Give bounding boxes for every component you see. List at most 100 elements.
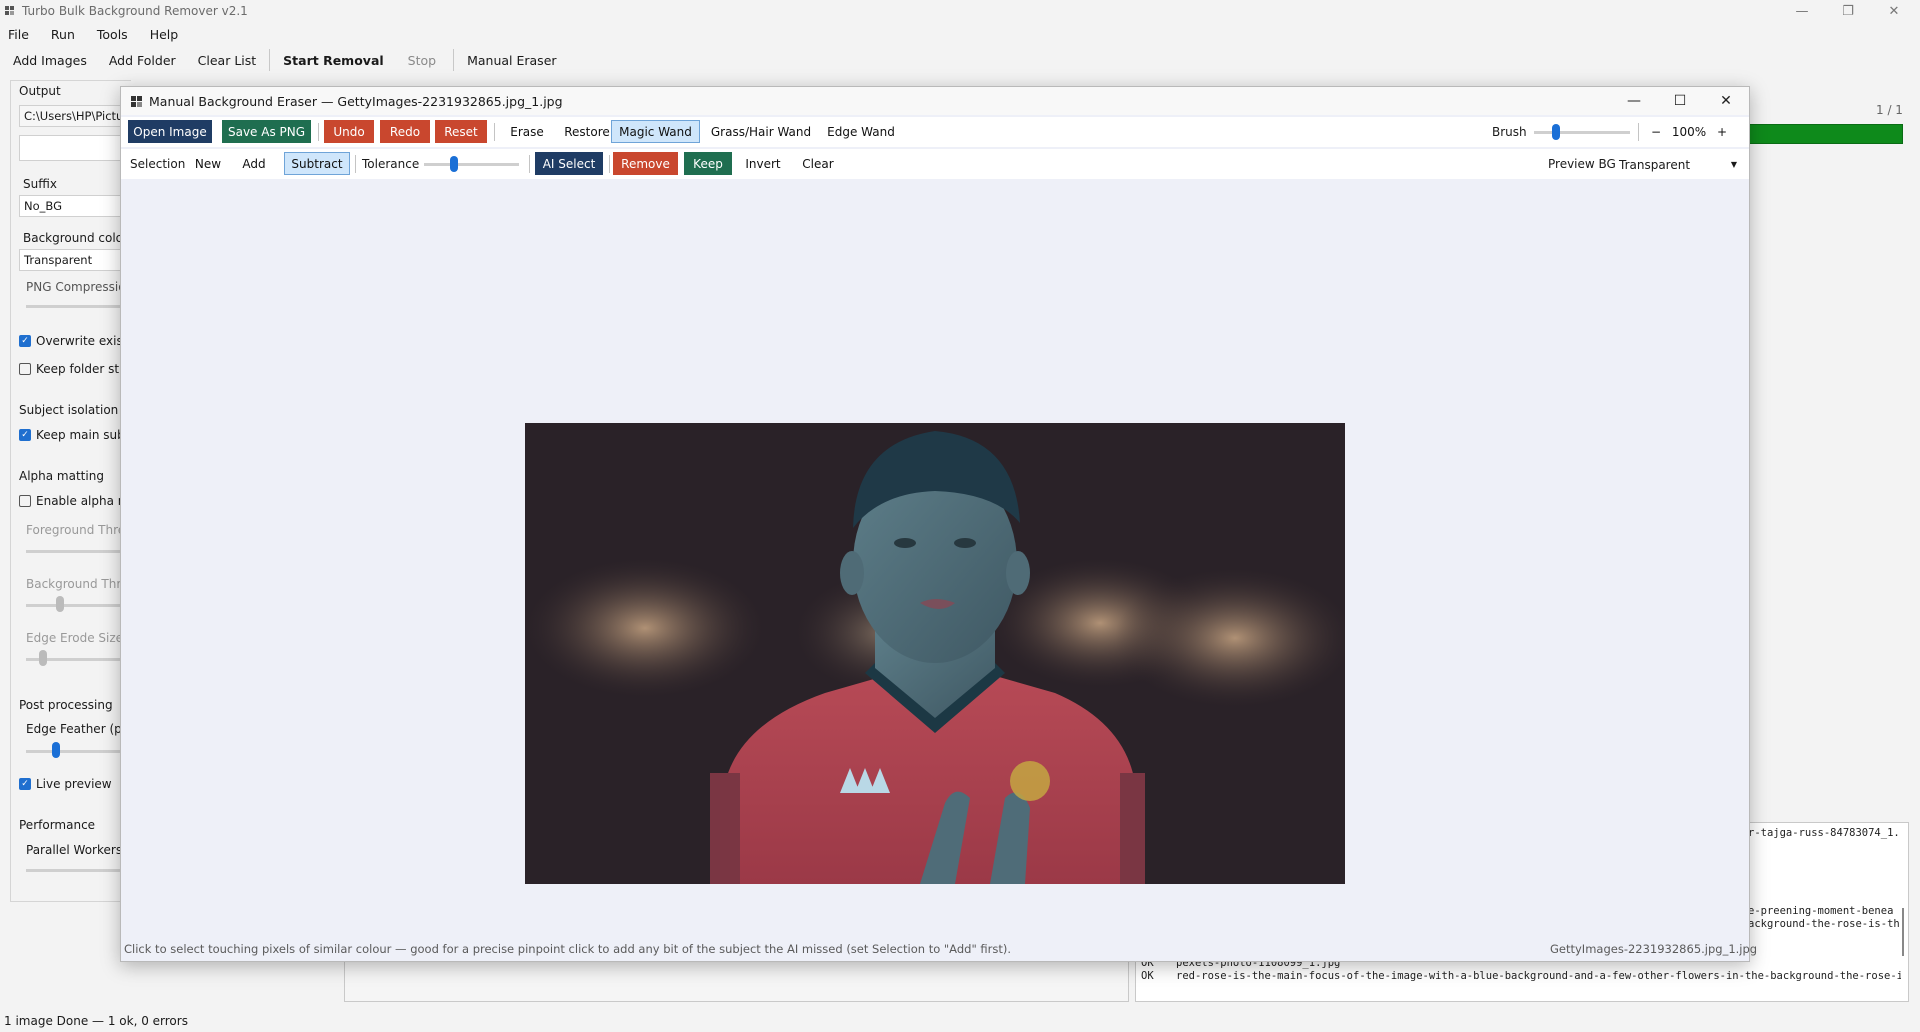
separator — [494, 123, 495, 141]
manual-eraser-button[interactable]: Manual Eraser — [460, 53, 563, 68]
restore-icon[interactable]: ❐ — [1825, 0, 1871, 22]
edge-feather-label: Edge Feather (px) — [26, 722, 134, 736]
ai-select-button[interactable]: AI Select — [535, 152, 603, 175]
selection-label: Selection — [130, 157, 186, 171]
open-image-button[interactable]: Open Image — [128, 120, 212, 143]
app-icon — [5, 6, 15, 16]
parallel-workers-slider[interactable] — [26, 869, 126, 872]
check-icon: ✓ — [19, 429, 31, 441]
separator — [609, 155, 610, 173]
selection-add-button[interactable]: Add — [234, 152, 274, 175]
main-toolbar: Add Images Add Folder Clear List Start R… — [0, 48, 564, 72]
undo-button[interactable]: Undo — [324, 120, 374, 143]
fg-threshold-slider[interactable] — [26, 550, 126, 553]
magic-wand-tool-button[interactable]: Magic Wand — [611, 120, 700, 143]
preview-bg-select[interactable]: Transparent ▼ — [1615, 154, 1743, 175]
stop-button[interactable]: Stop — [401, 53, 443, 68]
log-line: e-preening-moment-benea — [1748, 905, 1894, 917]
photo-rendering — [525, 423, 1345, 884]
keep-button[interactable]: Keep — [684, 152, 732, 175]
fg-threshold-label: Foreground Thres — [26, 523, 132, 537]
progress-bar — [1745, 124, 1903, 144]
edge-erode-knob[interactable] — [39, 650, 47, 666]
dialog-titlebar: Manual Background Eraser — GettyImages-2… — [121, 87, 1749, 115]
menubar: File Run Tools Help — [0, 22, 200, 46]
invert-button[interactable]: Invert — [738, 152, 788, 175]
zoom-in-button[interactable]: + — [1712, 120, 1732, 143]
edge-erode-label: Edge Erode Size — [26, 631, 124, 645]
grass-hair-wand-tool-button[interactable]: Grass/Hair Wand — [706, 120, 816, 143]
image-preview[interactable] — [525, 423, 1345, 884]
clear-list-button[interactable]: Clear List — [191, 53, 264, 68]
add-images-button[interactable]: Add Images — [6, 53, 94, 68]
brush-label: Brush — [1492, 125, 1527, 139]
minimize-icon[interactable]: — — [1779, 0, 1825, 22]
separator — [318, 123, 319, 141]
remove-button[interactable]: Remove — [613, 152, 678, 175]
clear-selection-button[interactable]: Clear — [793, 152, 843, 175]
progress-count: 1 / 1 — [1876, 103, 1903, 117]
output-browse-field[interactable] — [19, 135, 129, 161]
bg-threshold-slider[interactable] — [26, 604, 126, 607]
maximize-icon[interactable]: ☐ — [1657, 87, 1703, 115]
separator — [529, 155, 530, 173]
check-icon: ✓ — [19, 778, 31, 790]
edge-feather-knob[interactable] — [52, 742, 60, 758]
tolerance-knob[interactable] — [450, 156, 458, 172]
tool-row: Open Image Save As PNG Undo Redo Reset E… — [121, 117, 1749, 147]
menu-help[interactable]: Help — [150, 27, 179, 42]
alpha-matting-label: Alpha matting — [19, 469, 104, 483]
brush-size-knob[interactable] — [1552, 124, 1560, 140]
edge-feather-slider[interactable] — [26, 750, 126, 753]
close-icon[interactable]: ✕ — [1703, 87, 1749, 115]
tolerance-slider[interactable] — [424, 163, 519, 166]
selection-new-button[interactable]: New — [187, 152, 229, 175]
dialog-title: Manual Background Eraser — GettyImages-2… — [149, 93, 563, 109]
add-folder-button[interactable]: Add Folder — [102, 53, 183, 68]
live-preview-checkbox[interactable]: ✓ Live preview — [19, 777, 112, 791]
suffix-field[interactable]: No_BG — [19, 195, 129, 217]
tolerance-label: Tolerance — [362, 157, 420, 171]
editing-canvas[interactable] — [121, 181, 1749, 931]
reset-button[interactable]: Reset — [435, 120, 487, 143]
keep-folder-checkbox[interactable]: Keep folder stru — [19, 362, 132, 376]
app-icon — [131, 95, 142, 107]
log-scrollbar[interactable] — [1902, 908, 1904, 956]
edge-wand-tool-button[interactable]: Edge Wand — [820, 120, 902, 143]
menu-run[interactable]: Run — [51, 27, 75, 42]
checkbox-empty-icon — [19, 495, 31, 507]
minimize-icon[interactable]: — — [1611, 87, 1657, 115]
hint-text: Click to select touching pixels of simil… — [124, 942, 1012, 956]
log-line: red-rose-is-the-main-focus-of-the-image-… — [1176, 970, 1901, 982]
preview-bg-label: Preview BG — [1548, 157, 1616, 171]
performance-label: Performance — [19, 818, 96, 832]
redo-button[interactable]: Redo — [380, 120, 430, 143]
menu-tools[interactable]: Tools — [97, 27, 128, 42]
post-processing-label: Post processing — [19, 698, 113, 712]
brush-size-slider[interactable] — [1534, 131, 1630, 134]
status-bar: 1 image Done — 1 ok, 0 errors — [4, 1014, 188, 1028]
check-icon: ✓ — [19, 335, 31, 347]
close-icon[interactable]: ✕ — [1871, 0, 1917, 22]
log-line: ackground-the-rose-is-th — [1748, 918, 1900, 930]
suffix-label: Suffix — [23, 177, 57, 191]
zoom-level: 100% — [1671, 124, 1707, 139]
app-title: Turbo Bulk Background Remover v2.1 — [22, 4, 248, 18]
keep-main-subject-checkbox[interactable]: ✓ Keep main subje — [19, 428, 135, 442]
restore-tool-button[interactable]: Restore — [555, 120, 619, 143]
selection-subtract-button[interactable]: Subtract — [284, 152, 350, 175]
save-as-png-button[interactable]: Save As PNG — [222, 120, 311, 143]
dialog-status: Click to select touching pixels of simil… — [121, 939, 1757, 959]
erase-tool-button[interactable]: Erase — [501, 120, 553, 143]
png-compression-slider[interactable] — [26, 305, 126, 308]
output-path-field[interactable]: C:\Users\HP\Pictu — [19, 105, 129, 127]
bg-colour-label: Background colou — [23, 231, 131, 245]
output-label: Output — [19, 84, 61, 98]
start-removal-button[interactable]: Start Removal — [276, 53, 391, 68]
zoom-out-button[interactable]: − — [1646, 120, 1666, 143]
menu-file[interactable]: File — [8, 27, 29, 42]
file-list-panel[interactable] — [344, 960, 1129, 1002]
bg-colour-select[interactable]: Transparent — [19, 249, 129, 271]
toolbar-separator — [453, 49, 455, 71]
bg-threshold-knob[interactable] — [56, 596, 64, 612]
